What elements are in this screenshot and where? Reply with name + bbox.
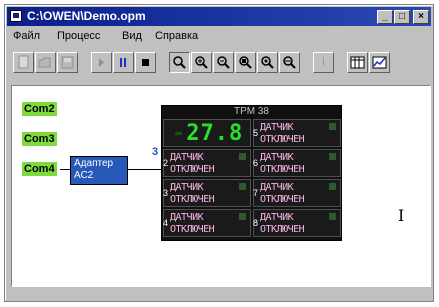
channel-indicator (329, 123, 336, 130)
pause-icon[interactable] (113, 52, 134, 73)
channel-8[interactable]: 8 ДАТЧИК ОТКЛЮЧЕН (253, 209, 341, 237)
maximize-button[interactable]: □ (394, 10, 410, 24)
window-title: C:\OWEN\Demo.opm (27, 9, 146, 23)
zoom-in-icon[interactable] (191, 52, 212, 73)
channel-number: 7 (253, 188, 259, 198)
channel-value-display: -27.8 (172, 121, 243, 146)
device-trm38[interactable]: ТРМ 38 -27.8 5 ДАТЧИК ОТКЛЮЧЕН 2 ДАТЧИК … (161, 105, 342, 241)
save-icon[interactable] (57, 52, 78, 73)
display-lead-digit: - (172, 121, 187, 146)
channel-indicator (239, 153, 246, 160)
minimize-button[interactable]: _ (377, 10, 393, 24)
status-bar (7, 287, 431, 299)
channel-status-line1: ДАТЧИК (170, 182, 204, 193)
menu-bar: Файл Процесс Вид Справка (7, 28, 431, 46)
channel-status-line2: ОТКЛЮЧЕН (260, 194, 305, 205)
channel-2[interactable]: 2 ДАТЧИК ОТКЛЮЧЕН (163, 149, 251, 177)
channel-indicator (329, 153, 336, 160)
channel-indicator (239, 183, 246, 190)
menu-view[interactable]: Вид (122, 30, 142, 42)
zoom-area-icon[interactable] (235, 52, 256, 73)
channel-status-line2: ОТКЛЮЧЕН (260, 134, 305, 145)
menu-process[interactable]: Процесс (57, 30, 100, 42)
menu-file[interactable]: Файл (13, 30, 40, 42)
adapter-label-1: Адаптер (74, 158, 114, 169)
info-icon[interactable]: i (313, 52, 334, 73)
channel-status-line2: ОТКЛЮЧЕН (170, 164, 215, 175)
open-icon[interactable] (35, 52, 56, 73)
channel-indicator (239, 213, 246, 220)
channel-3[interactable]: 3 ДАТЧИК ОТКЛЮЧЕН (163, 179, 251, 207)
channel-indicator (329, 183, 336, 190)
channel-status-line1: ДАТЧИК (260, 182, 294, 193)
channel-6[interactable]: 6 ДАТЧИК ОТКЛЮЧЕН (253, 149, 341, 177)
channel-number: 3 (163, 188, 169, 198)
channel-number: 8 (253, 218, 259, 228)
zoom-prev-icon[interactable] (257, 52, 278, 73)
channel-status-line2: ОТКЛЮЧЕН (260, 164, 305, 175)
toolbar: i (11, 50, 429, 78)
channel-status-line1: ДАТЧИК (260, 212, 294, 223)
channel-status-line2: ОТКЛЮЧЕН (170, 194, 215, 205)
connection-line (128, 169, 161, 170)
channel-1[interactable]: -27.8 (163, 119, 251, 147)
title-bar[interactable]: C:\OWEN\Demo.opm _ □ × (7, 7, 431, 26)
adapter-block[interactable]: Адаптер АС2 (70, 156, 128, 185)
zoom-out-icon[interactable] (213, 52, 234, 73)
zoom-icon[interactable] (169, 52, 190, 73)
channel-number: 5 (253, 128, 259, 138)
table-icon[interactable] (347, 52, 368, 73)
stop-icon[interactable] (135, 52, 156, 73)
step-icon[interactable] (91, 52, 112, 73)
channel-status-line1: ДАТЧИК (170, 152, 204, 163)
channel-status-line2: ОТКЛЮЧЕН (170, 224, 215, 235)
channel-status-line1: ДАТЧИК (260, 122, 294, 133)
channel-4[interactable]: 4 ДАТЧИК ОТКЛЮЧЕН (163, 209, 251, 237)
channel-number: 4 (163, 218, 169, 228)
port-com4[interactable]: Com4 (22, 162, 57, 176)
zoom-fit-icon[interactable] (279, 52, 300, 73)
channel-indicator (329, 213, 336, 220)
chart-icon[interactable] (369, 52, 390, 73)
port-com2[interactable]: Com2 (22, 102, 57, 116)
channel-7[interactable]: 7 ДАТЧИК ОТКЛЮЧЕН (253, 179, 341, 207)
workspace-canvas[interactable]: Com2 Com3 Com4 Адаптер АС2 3 ТРМ 38 -27.… (11, 85, 431, 287)
application-window: C:\OWEN\Demo.opm _ □ × Файл Процесс Вид … (4, 4, 434, 302)
adapter-label-2: АС2 (74, 170, 94, 181)
channel-status-line2: ОТКЛЮЧЕН (260, 224, 305, 235)
channel-status-line1: ДАТЧИК (170, 212, 204, 223)
channel-number: 6 (253, 158, 259, 168)
port-number: 3 (152, 146, 159, 158)
port-com3[interactable]: Com3 (22, 132, 57, 146)
menu-help[interactable]: Справка (155, 30, 198, 42)
channel-5[interactable]: 5 ДАТЧИК ОТКЛЮЧЕН (253, 119, 341, 147)
channel-status-line1: ДАТЧИК (260, 152, 294, 163)
new-icon[interactable] (13, 52, 34, 73)
display-value: 27.8 (186, 121, 244, 146)
device-title: ТРМ 38 (234, 106, 269, 117)
text-cursor-icon: I (398, 206, 405, 225)
channel-number: 2 (163, 158, 169, 168)
app-icon[interactable] (10, 10, 22, 22)
close-button[interactable]: × (413, 10, 429, 24)
